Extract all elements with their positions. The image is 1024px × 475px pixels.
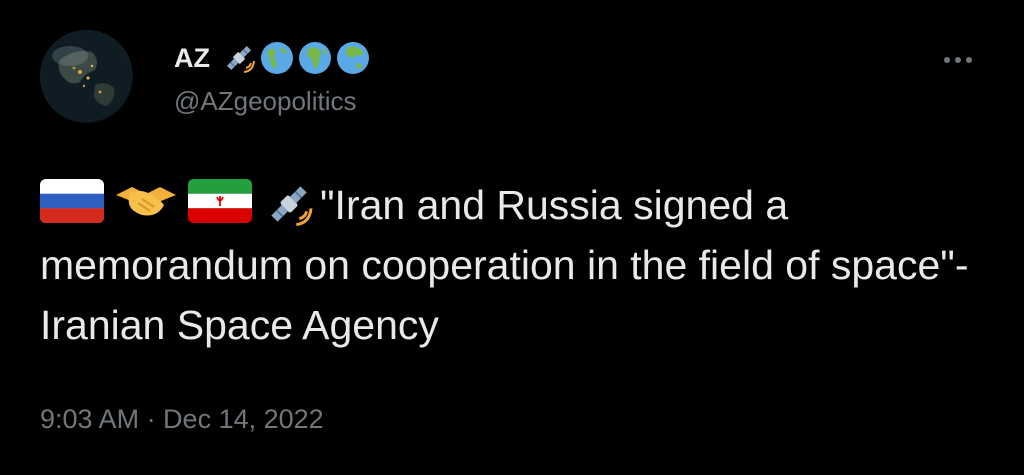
tweet-text: "Iran and Russia signed a memorandum on … — [40, 175, 1000, 355]
more-dot-icon — [955, 57, 961, 63]
more-dot-icon — [944, 57, 950, 63]
satellite-icon — [271, 186, 313, 227]
globe-africa-icon — [299, 42, 331, 74]
author-handle[interactable]: @AZgeopolitics — [174, 86, 356, 117]
more-options-button[interactable] — [944, 52, 988, 68]
russia-flag-icon — [40, 179, 104, 224]
tweet-timestamp[interactable]: 9:03 AM · Dec 14, 2022 — [40, 404, 324, 435]
iran-flag-icon — [188, 179, 252, 224]
name-emoji-badges — [222, 41, 370, 75]
globe-asia-icon — [337, 42, 369, 74]
display-name[interactable]: AZ — [174, 43, 210, 74]
avatar[interactable] — [40, 30, 133, 123]
more-dot-icon — [966, 57, 972, 63]
globe-americas-icon — [261, 42, 293, 74]
handshake-icon — [116, 187, 176, 216]
satellite-icon — [226, 45, 255, 73]
earth-avatar-image — [40, 30, 132, 122]
author-name-row[interactable]: AZ — [174, 38, 370, 78]
tweet-emoji-prefix — [40, 179, 316, 229]
